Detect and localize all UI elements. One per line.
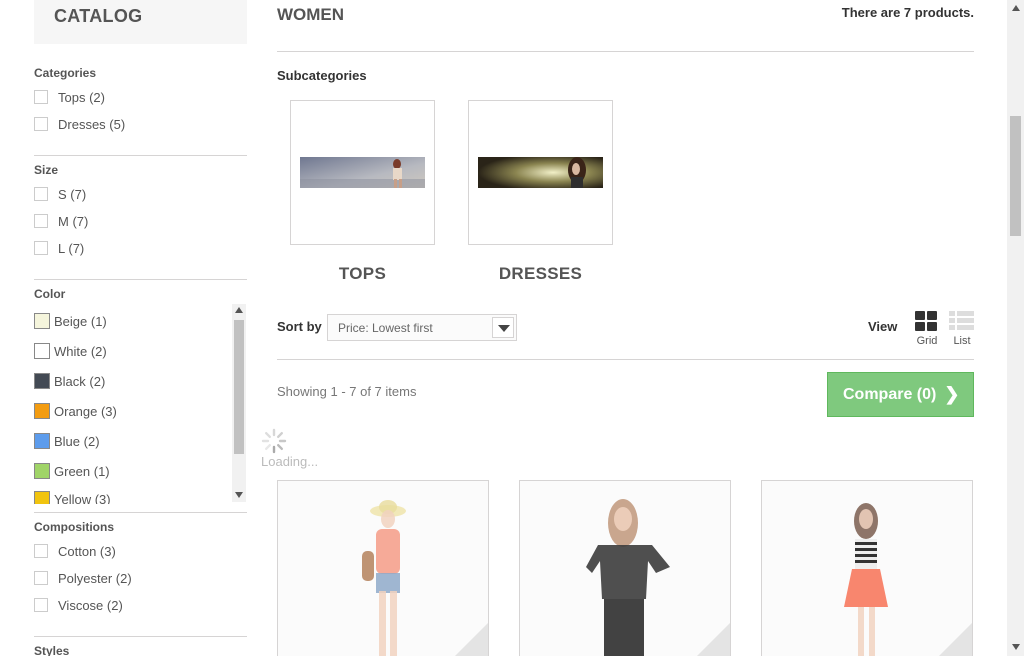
chevron-down-icon	[498, 325, 510, 332]
showing-items-text: Showing 1 - 7 of 7 items	[277, 384, 417, 399]
filter-option-color-beige[interactable]: Beige (1)	[34, 312, 107, 330]
filter-title-compositions: Compositions	[34, 520, 114, 534]
color-swatch[interactable]	[34, 403, 50, 419]
loading-spinner-icon	[261, 428, 287, 454]
tile-corner-decoration	[684, 623, 730, 656]
filter-title-size: Size	[34, 163, 59, 177]
catalog-block-header: CATALOG	[34, 0, 247, 44]
filter-title-styles: Styles	[34, 644, 70, 656]
catalog-title: CATALOG	[54, 6, 143, 26]
scrollbar-thumb[interactable]	[1010, 116, 1021, 236]
scroll-up-icon[interactable]	[1012, 5, 1020, 11]
tile-corner-decoration	[926, 623, 972, 656]
tile-corner-decoration	[442, 623, 488, 656]
filter-option-size-m[interactable]: M (7)	[34, 211, 88, 231]
filter-option-size-s[interactable]: S (7)	[34, 184, 86, 204]
color-list-scrollbar[interactable]	[232, 304, 246, 502]
divider	[277, 359, 974, 360]
filter-title-categories: Categories	[34, 66, 97, 80]
scroll-up-icon[interactable]	[235, 307, 243, 313]
scroll-down-icon[interactable]	[235, 492, 243, 498]
sort-select-value: Price: Lowest first	[338, 321, 433, 335]
product-tile[interactable]	[277, 480, 489, 656]
checkbox[interactable]	[34, 90, 48, 104]
scrollbar-thumb[interactable]	[234, 320, 244, 454]
grid-icon	[915, 311, 938, 331]
product-tile[interactable]	[761, 480, 973, 656]
page-scrollbar[interactable]	[1007, 0, 1024, 656]
checkbox[interactable]	[34, 187, 48, 201]
dresses-banner-image	[478, 157, 603, 188]
filter-option-polyester[interactable]: Polyester (2)	[34, 568, 132, 588]
filter-option-color-black[interactable]: Black (2)	[34, 372, 105, 390]
product-count: There are 7 products.	[841, 5, 974, 20]
filter-option-color-yellow[interactable]: Yellow (3)	[34, 490, 111, 504]
checkbox[interactable]	[34, 571, 48, 585]
divider	[34, 636, 247, 637]
chevron-right-icon: ❯	[944, 384, 960, 404]
filter-option-color-blue[interactable]: Blue (2)	[34, 432, 100, 450]
filter-option-dresses[interactable]: Dresses (5)	[34, 114, 125, 134]
divider	[34, 155, 247, 156]
checkbox[interactable]	[34, 598, 48, 612]
divider	[34, 279, 247, 280]
filter-title-color: Color	[34, 287, 66, 301]
color-filter-list: Beige (1) White (2) Black (2) Orange (3)…	[34, 304, 246, 504]
product-tile[interactable]	[519, 480, 731, 656]
filter-option-tops[interactable]: Tops (2)	[34, 87, 105, 107]
color-swatch[interactable]	[34, 463, 50, 479]
divider	[277, 51, 974, 52]
tops-banner-image	[300, 157, 425, 188]
divider	[34, 512, 247, 513]
category-name: WOMEN	[277, 5, 345, 24]
view-list-button[interactable]: List	[949, 311, 975, 347]
sort-dropdown-button[interactable]	[492, 317, 514, 338]
scroll-down-icon[interactable]	[1012, 644, 1020, 650]
checkbox[interactable]	[34, 117, 48, 131]
filter-option-color-white[interactable]: White (2)	[34, 342, 107, 360]
color-swatch[interactable]	[34, 343, 50, 359]
subcategories-title: Subcategories	[277, 68, 367, 83]
filter-option-color-orange[interactable]: Orange (3)	[34, 402, 117, 420]
loading-text: Loading...	[261, 454, 319, 469]
sort-select[interactable]: Price: Lowest first	[327, 314, 517, 341]
subcategory-tops-link[interactable]: TOPS	[290, 264, 435, 284]
compare-button[interactable]: Compare (0) ❯	[827, 372, 974, 417]
list-icon	[949, 311, 974, 331]
filter-option-size-l[interactable]: L (7)	[34, 238, 84, 258]
filter-option-cotton[interactable]: Cotton (3)	[34, 541, 116, 561]
color-swatch[interactable]	[34, 491, 50, 504]
subcategory-tops-image[interactable]	[290, 100, 435, 245]
color-swatch[interactable]	[34, 373, 50, 389]
color-swatch[interactable]	[34, 433, 50, 449]
subcategory-dresses-link[interactable]: DRESSES	[468, 264, 613, 284]
filter-option-viscose[interactable]: Viscose (2)	[34, 595, 123, 615]
sort-label: Sort by	[277, 319, 322, 334]
subcategory-dresses-image[interactable]	[468, 100, 613, 245]
view-grid-button[interactable]: Grid	[915, 311, 939, 347]
view-list-label: List	[953, 335, 971, 347]
checkbox[interactable]	[34, 241, 48, 255]
view-grid-label: Grid	[916, 335, 938, 347]
checkbox[interactable]	[34, 214, 48, 228]
compare-button-label: Compare (0)	[843, 385, 937, 403]
filter-option-color-green[interactable]: Green (1)	[34, 462, 110, 480]
color-swatch[interactable]	[34, 313, 50, 329]
view-label: View	[868, 319, 898, 334]
checkbox[interactable]	[34, 544, 48, 558]
